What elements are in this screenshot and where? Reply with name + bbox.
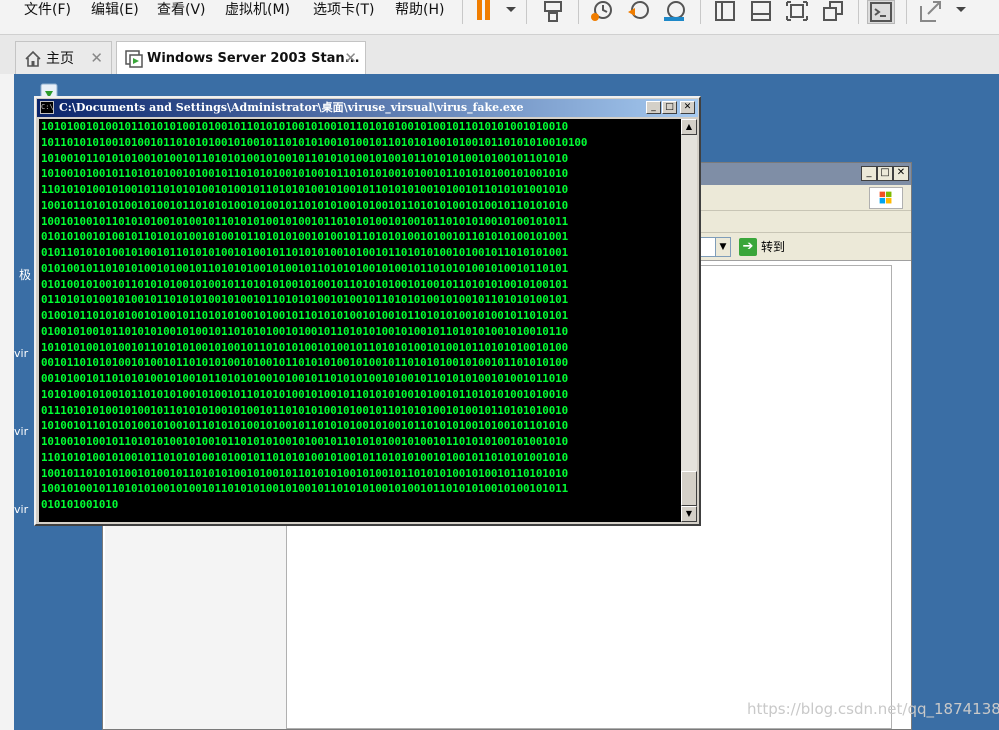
minimize-icon[interactable]: _: [861, 166, 877, 181]
windows-logo-icon: [869, 187, 903, 209]
vm-tabbar: 主页 ✕ Windows Server 2003 Stan... ✕: [0, 34, 999, 75]
guest-screen[interactable]: 极 vir vir vir _ □ ✕ ▼ ➔ 转到 C:\ C:\Docume…: [14, 74, 999, 730]
console-line: 1001011010101001010010110101010010100101…: [41, 466, 568, 480]
console-line: 0010100101101010100101001011010101001010…: [41, 372, 568, 385]
tab-label: Windows Server 2003 Stan...: [147, 51, 360, 66]
home-icon: [24, 50, 42, 68]
vm-icon: [125, 50, 143, 68]
console-line: 1010100101001011010101001010010110101010…: [41, 387, 568, 401]
console-line: 1010100101001011010101001010010110101010…: [41, 120, 568, 133]
snapshot-icon[interactable]: [589, 0, 615, 24]
close-icon[interactable]: ✕: [90, 49, 103, 67]
thumbnail-layout-icon[interactable]: [749, 0, 775, 24]
console-title: C:\Documents and Settings\Administrator\…: [59, 101, 524, 114]
console-line: 0101001011010101001010010110101010010100…: [41, 261, 568, 275]
tab-home[interactable]: 主页 ✕: [15, 41, 112, 75]
sidebar-layout-icon[interactable]: [713, 0, 739, 24]
console-line: 1010010100101101010100101001011010101001…: [41, 435, 568, 448]
console-line: 1101010100101001011010101001010010110101…: [41, 183, 568, 196]
console-line: 0101001010010110101010010100101101010100…: [41, 277, 568, 291]
console-line: 1001011010101001010010110101010010100101…: [41, 198, 568, 212]
menu-help[interactable]: 帮助(H): [395, 0, 444, 20]
console-line: 1010010110101010010100101101010100101001…: [41, 151, 568, 165]
console-line: 0100101001011010101001010010110101010010…: [41, 324, 568, 338]
menu-file[interactable]: 文件(F): [24, 0, 71, 20]
maximize-icon[interactable]: □: [662, 101, 677, 114]
console-titlebar[interactable]: C:\ C:\Documents and Settings\Administra…: [37, 99, 698, 117]
toolbar-separator: [858, 0, 859, 24]
fit-guest-icon[interactable]: [785, 0, 811, 24]
console-line: 0100101101010100101001011010101001010010…: [41, 309, 568, 322]
scroll-up-icon[interactable]: ▲: [681, 119, 697, 135]
close-icon[interactable]: ✕: [344, 49, 357, 67]
console-line: 1010010110101010010100101101010100101001…: [41, 419, 568, 433]
watermark-text: https://blog.csdn.net/qq_18741387: [747, 700, 999, 718]
go-arrow-icon: ➔: [739, 238, 757, 256]
scroll-thumb[interactable]: [681, 471, 697, 506]
vmware-menubar: 文件(F) 编辑(E) 查看(V) 虚拟机(M) 选项卡(T) 帮助(H): [0, 0, 999, 34]
console-line: 1001010010110101010010100101101010100101…: [41, 482, 568, 496]
toolbar-separator: [462, 0, 463, 24]
tab-windows-server-2003[interactable]: Windows Server 2003 Stan... ✕: [116, 41, 366, 75]
dropdown-arrow-icon[interactable]: [948, 0, 966, 24]
desktop-icon-label: vir: [14, 347, 29, 360]
console-line: 0110101010010100101101010100101001011010…: [41, 293, 568, 307]
console-window[interactable]: C:\ C:\Documents and Settings\Administra…: [34, 96, 701, 526]
console-icon[interactable]: [867, 0, 895, 24]
maximize-icon[interactable]: □: [877, 166, 893, 181]
dropdown-arrow-icon[interactable]: [498, 0, 516, 24]
console-line: 0101101010100101001011010101001010010110…: [41, 246, 568, 259]
menu-tabs[interactable]: 选项卡(T): [313, 0, 374, 20]
console-line: 0010110101010010100101101010100101001011…: [41, 356, 568, 370]
console-line: 1010101001010010110101010010100101101010…: [41, 340, 568, 354]
menu-vm[interactable]: 虚拟机(M): [225, 0, 290, 20]
toolbar-separator: [526, 0, 527, 24]
console-line: 1011010101001010010110101010010100101101…: [41, 135, 588, 149]
desktop-icon-label: vir: [14, 503, 29, 516]
close-icon[interactable]: ✕: [893, 166, 909, 181]
toolbar-separator: [700, 0, 701, 24]
fullscreen-icon[interactable]: [821, 0, 847, 24]
console-app-icon: C:\: [40, 101, 54, 114]
toolbar-separator: [578, 0, 579, 24]
send-ctrl-alt-del-icon[interactable]: [540, 0, 566, 24]
close-icon[interactable]: ✕: [680, 101, 695, 114]
revert-snapshot-icon[interactable]: [626, 0, 652, 24]
toolbar-separator: [906, 0, 907, 24]
menu-view[interactable]: 查看(V): [157, 0, 206, 20]
go-button[interactable]: ➔ 转到: [739, 237, 793, 257]
console-scrollbar[interactable]: ▲ ▼: [681, 119, 697, 522]
console-output-text: 1010100101001011010101001010010110101010…: [39, 119, 681, 513]
console-line: 0101010010100101101010100101001011010101…: [41, 230, 568, 244]
scroll-down-icon[interactable]: ▼: [681, 506, 697, 522]
menu-edit[interactable]: 编辑(E): [91, 0, 139, 20]
console-line: 1101010100101001011010101001010010110101…: [41, 450, 568, 464]
console-line: 010101001010: [41, 498, 119, 511]
tab-label: 主页: [46, 51, 74, 67]
console-line: 1001010010110101010010100101101010100101…: [41, 214, 568, 228]
console-line: 1010010100101101010100101001011010101001…: [41, 167, 568, 181]
desktop-icon-label: 极: [19, 268, 32, 282]
minimize-icon[interactable]: _: [646, 101, 661, 114]
console-line: 0111010101001010010110101010010100101101…: [41, 403, 568, 417]
stretch-icon[interactable]: [918, 0, 944, 24]
pause-icon[interactable]: [474, 0, 500, 24]
snapshot-manager-icon[interactable]: [662, 0, 688, 24]
console-output-area[interactable]: 1010100101001011010101001010010110101010…: [39, 119, 681, 522]
chevron-down-icon[interactable]: ▼: [715, 237, 731, 257]
desktop-icon-label: vir: [14, 425, 29, 438]
